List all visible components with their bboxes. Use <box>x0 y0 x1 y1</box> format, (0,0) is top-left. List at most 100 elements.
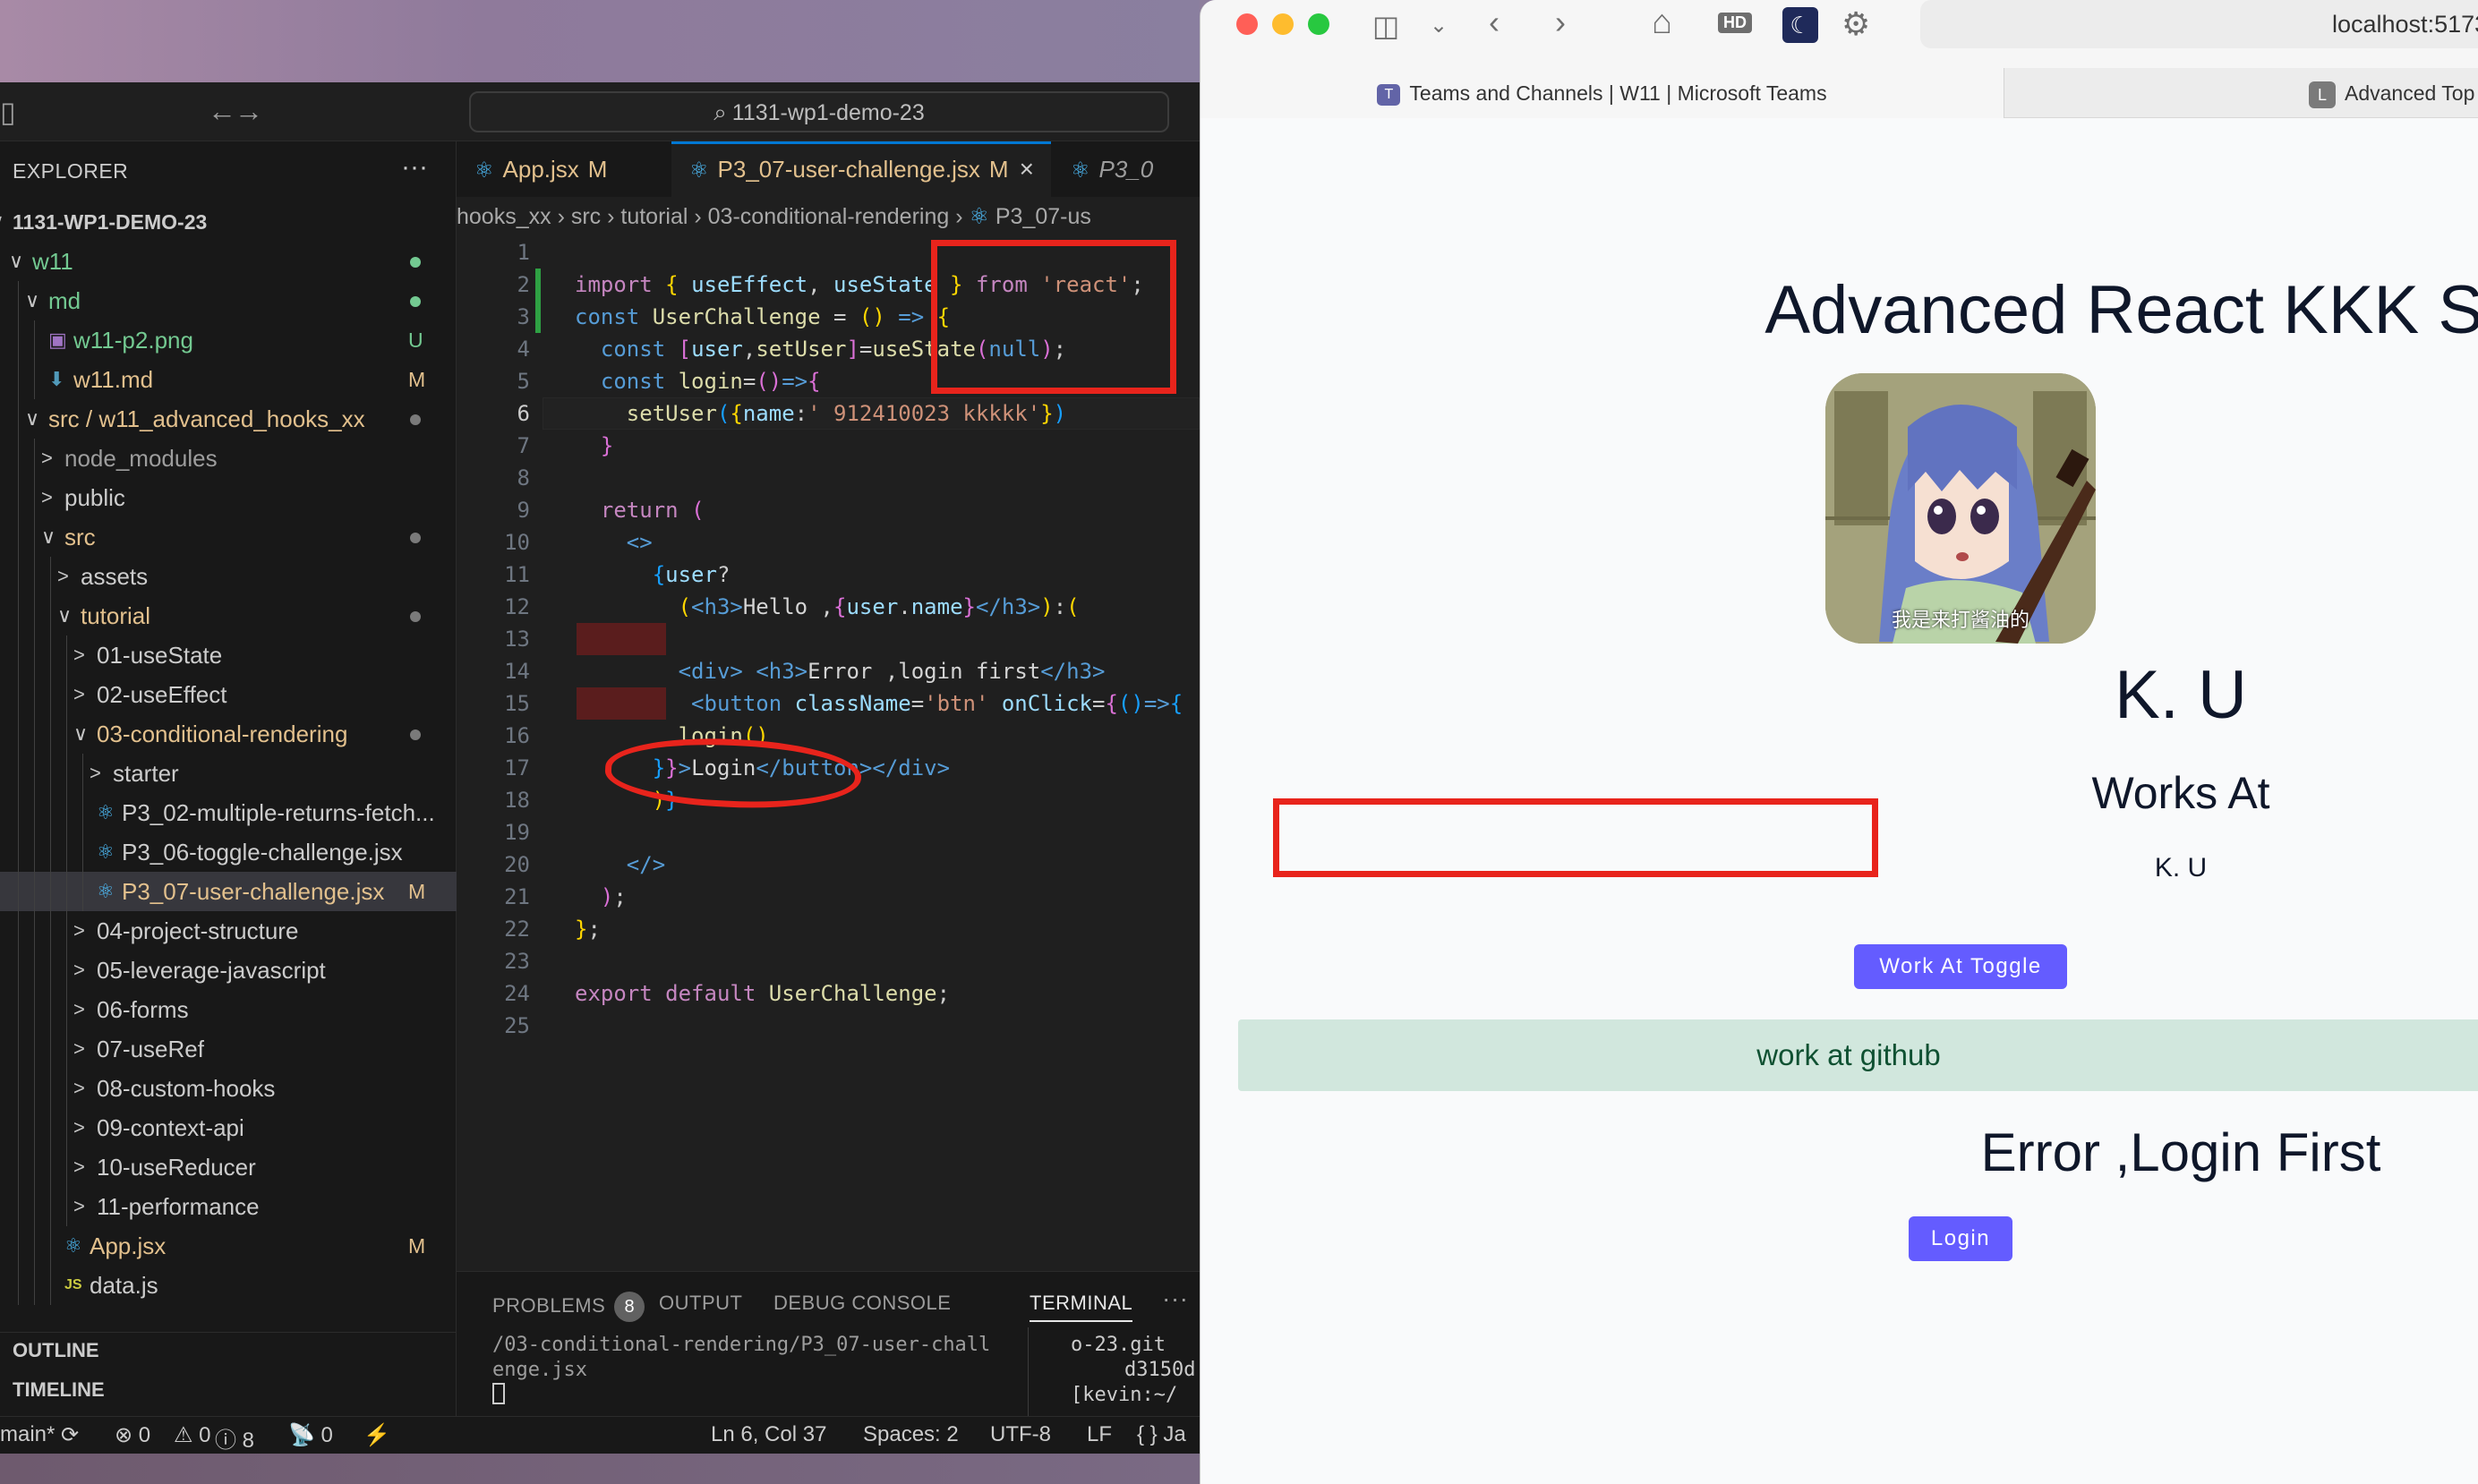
terminal-split[interactable]: o-23.git d3150d [kevin:~/ <box>1044 1333 1205 1408</box>
tab-p3-0[interactable]: ⚛ P3_0 <box>1053 141 1205 197</box>
indent-guide <box>50 872 51 911</box>
tree-item[interactable]: >07-useRef <box>0 1029 457 1069</box>
tab-problems[interactable]: PROBLEMS 8 <box>492 1292 645 1322</box>
breadcrumb-segment[interactable]: P3_07-us <box>995 204 1091 229</box>
tree-item[interactable]: ⚛ P3_07-user-challenge.jsx M <box>0 872 457 911</box>
dark-mode-extension-icon[interactable]: ☾ <box>1782 7 1818 43</box>
tree-item[interactable]: ⬇ w11.md M <box>0 360 457 399</box>
tree-item[interactable]: >10-useReducer <box>0 1147 457 1187</box>
close-tab-icon[interactable]: × <box>1020 155 1034 183</box>
tree-item[interactable]: >06-forms <box>0 990 457 1029</box>
tree-item[interactable]: ⚛ P3_06-toggle-challenge.jsx <box>0 832 457 872</box>
tree-item[interactable]: > assets <box>0 557 457 596</box>
code-token: </> <box>626 852 666 877</box>
indent-setting[interactable]: Spaces: 2 <box>863 1422 959 1447</box>
tab-output[interactable]: OUTPUT <box>659 1292 742 1315</box>
tree-item-label: 1131-WP1-DEMO-23 <box>13 210 208 234</box>
git-status-badge: M <box>408 368 426 391</box>
breadcrumb-segment[interactable]: 03-conditional-rendering <box>708 204 950 229</box>
code-token: return <box>600 498 692 523</box>
lightning-icon[interactable]: ⚡ <box>363 1422 390 1448</box>
more-actions-icon[interactable]: ··· <box>1162 1284 1188 1313</box>
tree-item[interactable]: ∨ src / w11_advanced_hooks_xx <box>0 399 457 439</box>
tab-advanced-topics[interactable]: L Advanced Top <box>2309 68 2478 118</box>
tree-item[interactable]: ∨ w11 <box>0 242 457 281</box>
errors-count[interactable]: ⊗ 0 <box>115 1422 150 1448</box>
tab-debug-console[interactable]: DEBUG CONSOLE <box>773 1292 951 1315</box>
infos-count[interactable]: ⓘ 8 <box>215 1422 254 1454</box>
tree-item[interactable]: >08-custom-hooks <box>0 1069 457 1108</box>
ports-count[interactable]: 📡 0 <box>288 1422 333 1448</box>
warnings-count[interactable]: ⚠ 0 <box>174 1422 211 1448</box>
timeline-section-header[interactable]: TIMELINE <box>13 1378 105 1402</box>
forward-icon[interactable]: › <box>1555 4 1566 41</box>
indent-guide <box>18 517 19 557</box>
outline-section-header[interactable]: OUTLINE <box>13 1339 99 1362</box>
tab-terminal[interactable]: TERMINAL <box>1030 1292 1133 1322</box>
tree-item[interactable]: ⚛ App.jsx M <box>0 1226 457 1266</box>
tree-item[interactable]: JS data.js <box>0 1266 457 1305</box>
tree-item[interactable]: ∨1131-WP1-DEMO-23 <box>0 202 457 242</box>
work-at-toggle-button[interactable]: Work At Toggle <box>1854 944 2067 989</box>
command-center-search[interactable]: ⌕ 1131-wp1-demo-23 <box>469 91 1169 132</box>
breadcrumb-segment[interactable]: src <box>571 204 601 229</box>
tab-app-jsx[interactable]: ⚛ App.jsx M <box>457 141 670 197</box>
chevron-down-icon[interactable]: ⌄ <box>1430 13 1448 38</box>
hd-extension-icon[interactable]: HD <box>1718 13 1752 33</box>
tree-item[interactable]: >09-context-api <box>0 1108 457 1147</box>
address-bar[interactable]: localhost:5173 <box>1920 0 2478 48</box>
forward-arrow-icon[interactable]: → <box>235 95 263 128</box>
search-icon: ⌕ <box>713 98 727 125</box>
code-line: 12 (<h3>Hello ,{user.name}</h3>):( <box>457 591 1200 623</box>
tree-item[interactable]: ∨ tutorial <box>0 596 457 635</box>
tree-item[interactable]: ▣ w11-p2.png U <box>0 320 457 360</box>
breadcrumb-segment[interactable]: hooks_xx <box>457 204 551 229</box>
tree-item[interactable]: >04-project-structure <box>0 911 457 951</box>
tree-item[interactable]: ∨ md <box>0 281 457 320</box>
tree-item[interactable]: >02-useEffect <box>0 675 457 714</box>
tree-item[interactable]: >11-performance <box>0 1187 457 1226</box>
login-button[interactable]: Login <box>1909 1216 2012 1261</box>
git-branch[interactable]: main* <box>0 1422 55 1447</box>
tab-microsoft-teams[interactable]: T Teams and Channels | W11 | Microsoft Te… <box>1201 68 2004 118</box>
tree-item[interactable]: ⚛ P3_02-multiple-returns-fetch... <box>0 793 457 832</box>
line-ending[interactable]: LF <box>1087 1422 1112 1447</box>
encoding[interactable]: UTF-8 <box>990 1422 1051 1447</box>
minimize-window-button[interactable] <box>1272 13 1294 35</box>
tree-item[interactable]: ∨ src <box>0 517 457 557</box>
back-icon[interactable]: ‹ <box>1489 4 1500 41</box>
code-token: => <box>884 304 937 329</box>
tree-item-label: 08-custom-hooks <box>97 1075 276 1102</box>
sidebar-toggle-icon[interactable]: ◫ <box>1372 9 1399 43</box>
terminal-output[interactable]: /03-conditional-rendering/P3_07-user-cha… <box>492 1333 1021 1404</box>
back-arrow-icon[interactable]: ← <box>208 95 236 128</box>
code-token: </ <box>1040 659 1067 684</box>
sync-icon[interactable]: ⟳ <box>61 1422 79 1448</box>
tree-item[interactable]: ∨ 03-conditional-rendering <box>0 714 457 754</box>
code-token: UserChallenge <box>652 304 821 329</box>
layout-icon[interactable]: ▯ <box>0 95 16 129</box>
tree-item[interactable]: >01-useState <box>0 635 457 675</box>
code-token: , <box>807 272 834 297</box>
breadcrumb-segment[interactable]: tutorial <box>620 204 688 229</box>
gear-icon[interactable]: ⚙ <box>1841 5 1870 43</box>
code-token: login <box>678 369 743 394</box>
git-status-dot <box>410 611 421 622</box>
tree-item[interactable]: > node_modules <box>0 439 457 478</box>
react-file-icon: ⚛ <box>97 880 115 902</box>
home-icon[interactable]: ⌂ <box>1652 4 1672 42</box>
language-mode[interactable]: { } Ja <box>1137 1422 1186 1447</box>
cursor-position[interactable]: Ln 6, Col 37 <box>711 1422 826 1447</box>
code-text: </> <box>575 849 665 881</box>
tree-item[interactable]: > public <box>0 478 457 517</box>
chevron-right-icon: > <box>73 1156 85 1178</box>
tree-item[interactable]: > starter <box>0 754 457 793</box>
code-token: { <box>665 272 692 297</box>
maximize-window-button[interactable] <box>1308 13 1329 35</box>
tree-item[interactable]: >05-leverage-javascript <box>0 951 457 990</box>
close-window-button[interactable] <box>1236 13 1258 35</box>
tab-p3-07-user-challenge[interactable]: ⚛ P3_07-user-challenge.jsx M × <box>671 141 1051 197</box>
more-actions-icon[interactable]: ··· <box>401 152 428 183</box>
code-token: { <box>1169 691 1183 716</box>
terminal-line: /03-conditional-rendering/P3_07-user-cha… <box>492 1334 991 1356</box>
